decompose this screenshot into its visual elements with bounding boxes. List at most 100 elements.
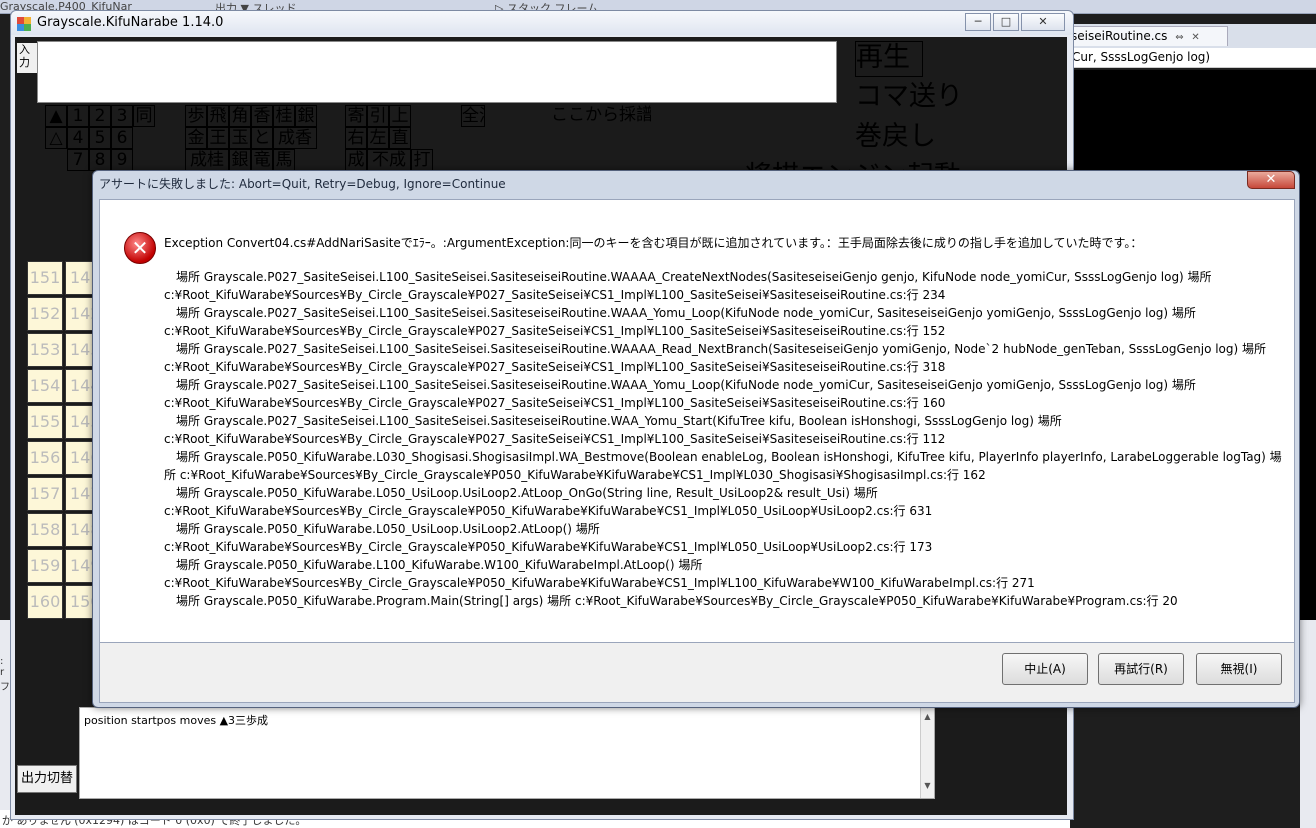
app-title-bar[interactable]: Grayscale.KifuNarabe 1.14.0 xyxy=(11,11,1073,35)
step-button[interactable]: コマ送り xyxy=(855,81,963,117)
piece-button[interactable]: 玉 xyxy=(229,127,251,149)
piece-button[interactable]: 竜 xyxy=(251,149,273,171)
stack-trace-line: c:¥Root_KifuWarabe¥Sources¥By_Circle_Gra… xyxy=(164,288,946,302)
board-coordinate-button[interactable]: 3 xyxy=(111,105,133,127)
move-modifier-button[interactable]: 引 xyxy=(367,105,389,127)
move-modifier-button[interactable]: 右 xyxy=(345,127,367,149)
input-label: 入力 xyxy=(17,43,37,73)
move-modifier-button[interactable]: 直 xyxy=(389,127,411,149)
output-scrollbar[interactable]: ▲ ▼ xyxy=(920,708,934,798)
close-icon[interactable]: ✕ xyxy=(1191,32,1199,43)
move-number-cell[interactable]: 156 xyxy=(27,441,63,475)
stack-trace-line: 場所 Grayscale.P050_KifuWarabe.L050_UsiLoo… xyxy=(164,486,878,500)
board-coordinate-button[interactable]: 8 xyxy=(89,149,111,171)
stack-trace-line: c:¥Root_KifuWarabe¥Sources¥By_Circle_Gra… xyxy=(164,360,946,374)
board-coordinate-button[interactable]: 同 xyxy=(133,105,155,127)
move-number-cell[interactable]: 160 xyxy=(27,585,63,619)
abort-button[interactable]: 中止(A) xyxy=(1002,653,1088,685)
board-coordinate-button[interactable]: ▲ xyxy=(45,105,67,127)
play-button[interactable]: 再生 xyxy=(855,41,923,77)
ignore-button[interactable]: 無視(I) xyxy=(1196,653,1282,685)
move-number-cell[interactable]: 141 xyxy=(65,261,93,295)
move-modifier-button[interactable]: 打 xyxy=(411,149,433,171)
stack-trace-line: 場所 Grayscale.P027_SasiteSeisei.L100_Sasi… xyxy=(164,270,1212,284)
move-number-cell[interactable]: 153 xyxy=(27,333,63,367)
move-number-cell[interactable]: 145 xyxy=(65,405,93,439)
move-modifier-button[interactable]: 成 xyxy=(345,149,367,171)
board-coordinate-button[interactable]: 1 xyxy=(67,105,89,127)
stack-trace: 場所 Grayscale.P027_SasiteSeisei.L100_Sasi… xyxy=(164,268,1294,610)
command-input[interactable] xyxy=(37,41,837,103)
ide-signature-line: Cur, SsssLogGenjo log) xyxy=(1070,48,1316,68)
piece-button[interactable]: 歩 xyxy=(185,105,207,127)
move-number-cell[interactable]: 155 xyxy=(27,405,63,439)
stack-trace-line: c:¥Root_KifuWarabe¥Sources¥By_Circle_Gra… xyxy=(164,324,946,338)
stack-trace-line: c:¥Root_KifuWarabe¥Sources¥By_Circle_Gra… xyxy=(164,432,946,446)
piece-button[interactable]: と xyxy=(251,127,273,149)
retry-button[interactable]: 再試行(R) xyxy=(1098,653,1184,685)
ide-editor-tab[interactable]: seiseiRoutine.cs ⇔ ✕ xyxy=(1068,26,1228,46)
ide-tab-label: seiseiRoutine.cs xyxy=(1071,29,1168,43)
board-coordinate-button[interactable]: 2 xyxy=(89,105,111,127)
dialog-close-button[interactable]: ✕ xyxy=(1247,171,1295,189)
move-modifier-button[interactable]: 左 xyxy=(367,127,389,149)
maximize-button[interactable]: □ xyxy=(993,13,1019,31)
rewind-button[interactable]: 巻戻し xyxy=(855,121,955,157)
piece-button[interactable]: 成桂 xyxy=(185,149,229,171)
move-modifier-button[interactable]: 不成 xyxy=(367,149,411,171)
piece-button[interactable]: 桂 xyxy=(273,105,295,127)
move-number-cell[interactable]: 144 xyxy=(65,369,93,403)
move-number-cell[interactable]: 148 xyxy=(65,513,93,547)
app-title: Grayscale.KifuNarabe 1.14.0 xyxy=(37,15,224,30)
piece-button[interactable]: 馬 xyxy=(273,149,295,171)
scroll-down-icon[interactable]: ▼ xyxy=(921,781,934,790)
board-coordinate-button[interactable]: 4 xyxy=(67,127,89,149)
board-coordinate-button[interactable]: 6 xyxy=(111,127,133,149)
board-coordinate-button[interactable]: 5 xyxy=(89,127,111,149)
piece-button[interactable]: 銀 xyxy=(295,105,317,127)
move-modifier-button[interactable]: 上 xyxy=(389,105,411,127)
move-number-cell[interactable]: 142 xyxy=(65,297,93,331)
minimize-button[interactable]: ─ xyxy=(965,13,991,31)
stack-trace-line: c:¥Root_KifuWarabe¥Sources¥By_Circle_Gra… xyxy=(164,540,933,554)
move-number-cell[interactable]: 149 xyxy=(65,549,93,583)
move-number-cell[interactable]: 152 xyxy=(27,297,63,331)
output-toggle-button[interactable]: 出力切替 xyxy=(17,765,77,793)
stack-trace-line: 場所 Grayscale.P027_SasiteSeisei.L100_Sasi… xyxy=(164,414,1062,428)
move-number-cell[interactable]: 146 xyxy=(65,441,93,475)
move-number-cell[interactable]: 158 xyxy=(27,513,63,547)
board-coordinate-button[interactable]: 7 xyxy=(67,149,89,171)
move-number-cell[interactable]: 147 xyxy=(65,477,93,511)
pin-icon[interactable]: ⇔ xyxy=(1175,32,1183,43)
move-number-cell[interactable]: 151 xyxy=(27,261,63,295)
stack-trace-line: c:¥Root_KifuWarabe¥Sources¥By_Circle_Gra… xyxy=(164,396,946,410)
piece-button[interactable]: 角 xyxy=(229,105,251,127)
piece-button[interactable]: 成香 xyxy=(273,127,317,149)
stack-trace-line: 場所 Grayscale.P050_KifuWarabe.Program.Mai… xyxy=(164,594,1178,608)
dialog-title: アサートに失敗しました: Abort=Quit, Retry=Debug, Ig… xyxy=(99,177,506,191)
dialog-body: ✕ Exception Convert04.cs#AddNariSasiteでｴ… xyxy=(99,199,1295,643)
board-coordinate-button[interactable]: 9 xyxy=(111,149,133,171)
move-modifier-button[interactable]: 寄 xyxy=(345,105,367,127)
move-number-cell[interactable]: 159 xyxy=(27,549,63,583)
scroll-up-icon[interactable]: ▲ xyxy=(921,712,934,721)
record-from-here-button[interactable]: ここから採譜 xyxy=(551,105,651,127)
move-number-cell[interactable]: 143 xyxy=(65,333,93,367)
board-coordinate-button[interactable]: △ xyxy=(45,127,67,149)
stack-trace-line: 場所 Grayscale.P050_KifuWarabe.L100_KifuWa… xyxy=(164,558,703,572)
stack-trace-line: 場所 Grayscale.P027_SasiteSeisei.L100_Sasi… xyxy=(164,342,1267,356)
stack-trace-line: c:¥Root_KifuWarabe¥Sources¥By_Circle_Gra… xyxy=(164,504,933,518)
piece-button[interactable]: 銀 xyxy=(229,149,251,171)
piece-button[interactable]: 飛 xyxy=(207,105,229,127)
clear-all-button[interactable]: 全消 xyxy=(461,105,485,127)
assert-dialog: アサートに失敗しました: Abort=Quit, Retry=Debug, Ig… xyxy=(92,170,1300,708)
output-textbox[interactable]: position startpos moves ▲3三歩成 ▲ ▼ xyxy=(79,707,935,799)
piece-button[interactable]: 王 xyxy=(207,127,229,149)
piece-button[interactable]: 香 xyxy=(251,105,273,127)
move-number-cell[interactable]: 154 xyxy=(27,369,63,403)
move-number-cell[interactable]: 157 xyxy=(27,477,63,511)
stack-trace-line: 所 c:¥Root_KifuWarabe¥Sources¥By_Circle_G… xyxy=(164,468,986,482)
app-close-button[interactable]: ✕ xyxy=(1021,13,1065,31)
piece-button[interactable]: 金 xyxy=(185,127,207,149)
move-number-cell[interactable]: 150 xyxy=(65,585,93,619)
